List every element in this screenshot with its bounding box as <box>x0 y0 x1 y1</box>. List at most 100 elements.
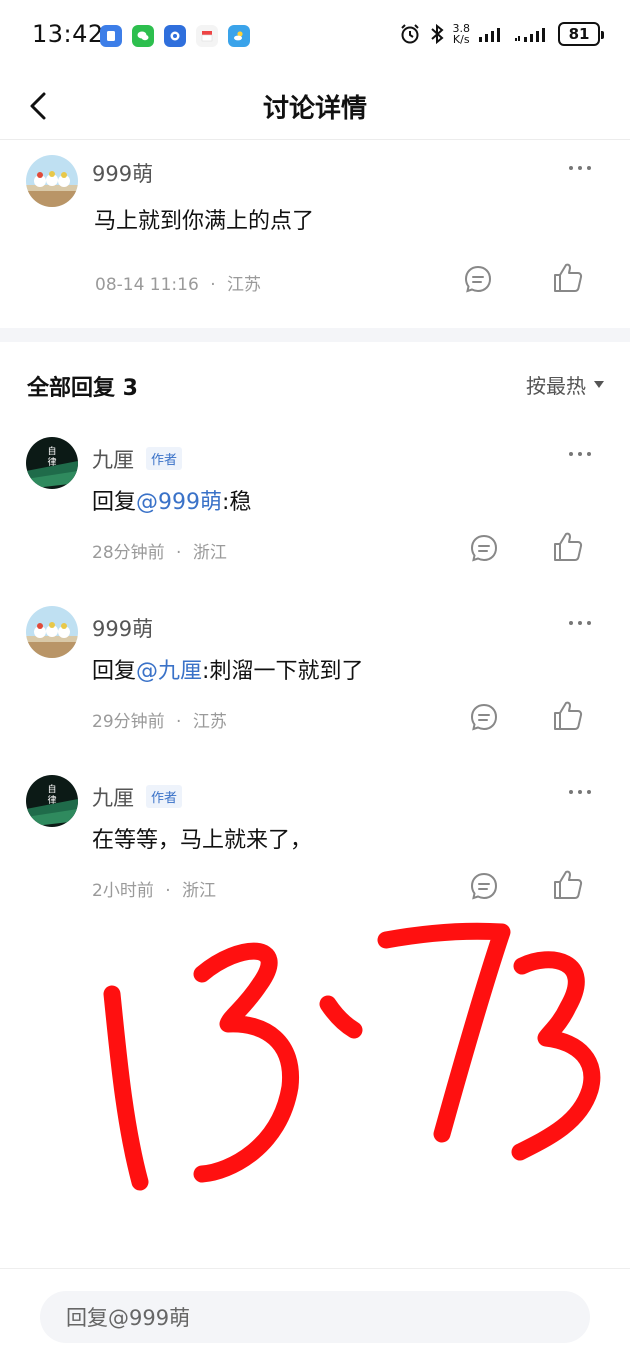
svg-text:律: 律 <box>47 456 56 468</box>
net-speed-unit: K/s <box>452 33 470 46</box>
meta-separator: · <box>165 881 171 901</box>
alarm-icon <box>400 24 419 44</box>
notification-icons <box>100 25 250 47</box>
comment-bubble-icon <box>470 872 498 900</box>
weather-icon <box>228 25 250 47</box>
reply-body: :刺溜一下就到了 <box>202 659 364 684</box>
meta-separator: · <box>176 543 182 563</box>
reply-text: 回复@九厘:刺溜一下就到了 <box>92 653 363 685</box>
reply-input[interactable]: 回复@999萌 <box>40 1291 590 1343</box>
handwritten-annotation <box>103 922 601 1191</box>
browser-icon <box>164 25 186 47</box>
reply-item: 999萌 回复@九厘:刺溜一下就到了 29分钟前 · 江苏 <box>0 595 630 764</box>
battery-indicator: 81 <box>558 22 604 46</box>
dot-icon <box>569 790 573 794</box>
signal-icon <box>479 28 500 42</box>
like-button[interactable] <box>548 258 588 298</box>
avatar[interactable]: 自 律 <box>26 775 78 827</box>
reply-location: 江苏 <box>192 712 227 732</box>
svg-text:自: 自 <box>47 783 56 795</box>
reply-body: 在等等，马上就来了， <box>92 828 313 853</box>
like-button[interactable] <box>548 527 588 567</box>
reply-time: 28分钟前 <box>92 543 165 563</box>
status-bar: 13:42 3.8 K/s 81 <box>0 0 630 72</box>
status-time: 13:42 <box>32 20 104 48</box>
avatar[interactable] <box>26 606 78 658</box>
notify-app-icon <box>100 25 122 47</box>
like-button[interactable] <box>548 865 588 905</box>
page-title: 讨论详情 <box>262 94 367 124</box>
thumbs-up-icon <box>554 532 583 561</box>
username[interactable]: 九厘 <box>92 782 134 812</box>
dot-icon <box>578 166 582 170</box>
wechat-icon <box>132 25 154 47</box>
reply-meta: 28分钟前 · 浙江 <box>92 538 227 563</box>
network-speed: 3.8 K/s <box>453 23 471 45</box>
calendar-icon <box>196 25 218 47</box>
username[interactable]: 999萌 <box>92 613 153 643</box>
main-comment: 999萌 马上就到你满上的点了 08-14 11:16 · 江苏 <box>0 140 630 328</box>
reply-text: 在等等，马上就来了， <box>92 822 312 854</box>
dot-icon <box>578 452 582 456</box>
svg-text:律: 律 <box>47 794 56 806</box>
comment-bubble-icon <box>470 703 498 731</box>
thumbs-up-icon <box>554 701 583 730</box>
username[interactable]: 九厘 <box>92 444 134 474</box>
svg-text:自: 自 <box>47 445 56 457</box>
comment-bubble-icon <box>470 534 498 562</box>
reply-meta: 2小时前 · 浙江 <box>92 876 216 901</box>
like-button[interactable] <box>548 696 588 736</box>
dot-icon <box>569 452 573 456</box>
reply-item: 自 律 九厘 作者 回复@999萌:稳 28分钟前 · 浙江 <box>0 426 630 595</box>
sort-dropdown[interactable]: 按最热 <box>526 370 604 399</box>
reply-meta: 29分钟前 · 江苏 <box>92 707 227 732</box>
username[interactable]: 999萌 <box>92 158 153 188</box>
reply-location: 浙江 <box>192 543 227 563</box>
mention-link[interactable]: @999萌 <box>136 490 222 515</box>
comment-time: 08-14 11:16 <box>95 275 199 295</box>
dot-icon <box>587 166 591 170</box>
more-options-button[interactable] <box>560 780 600 804</box>
dot-icon <box>578 621 582 625</box>
comment-bubble-icon <box>464 265 492 293</box>
comment-meta: 08-14 11:16 · 江苏 <box>95 270 261 295</box>
dot-icon <box>569 621 573 625</box>
reply-prefix: 回复 <box>92 490 137 515</box>
author-badge: 作者 <box>146 785 183 808</box>
reply-comment-button[interactable] <box>464 528 504 568</box>
caret-down-icon <box>594 381 604 388</box>
reply-prefix: 回复 <box>92 659 137 684</box>
dot-icon <box>587 452 591 456</box>
reply-comment-button[interactable] <box>464 866 504 906</box>
system-icons: 3.8 K/s 81 <box>399 22 604 46</box>
thumbs-up-icon <box>554 263 583 292</box>
comment-text: 马上就到你满上的点了 <box>94 209 315 234</box>
more-options-button[interactable] <box>560 156 600 180</box>
meta-separator: · <box>210 275 216 295</box>
replies-title: 全部回复 3 <box>27 376 138 401</box>
replies-header: 全部回复 3 按最热 <box>0 342 630 426</box>
meta-separator: · <box>176 712 182 732</box>
sort-label: 按最热 <box>526 374 586 398</box>
reply-comment-button[interactable] <box>464 697 504 737</box>
comment-location: 江苏 <box>227 275 262 295</box>
signal-2-icon <box>515 28 545 42</box>
avatar[interactable]: 自 律 <box>26 437 78 489</box>
mention-link[interactable]: @九厘 <box>136 659 202 684</box>
reply-item: 自 律 九厘 作者 在等等，马上就来了， 2小时前 · 浙江 <box>0 764 630 933</box>
reply-time: 2小时前 <box>92 881 154 901</box>
nav-header: 讨论详情 <box>0 72 630 140</box>
reply-text: 回复@999萌:稳 <box>92 484 251 516</box>
section-divider <box>0 328 630 342</box>
dot-icon <box>578 790 582 794</box>
avatar[interactable] <box>26 155 78 207</box>
dot-icon <box>569 166 573 170</box>
reply-body: :稳 <box>222 490 252 515</box>
dot-icon <box>587 790 591 794</box>
more-options-button[interactable] <box>560 442 600 466</box>
more-options-button[interactable] <box>560 611 600 635</box>
reply-comment-button[interactable] <box>458 259 498 299</box>
reply-location: 浙江 <box>182 881 217 901</box>
dot-icon <box>587 621 591 625</box>
bluetooth-icon <box>430 23 444 45</box>
